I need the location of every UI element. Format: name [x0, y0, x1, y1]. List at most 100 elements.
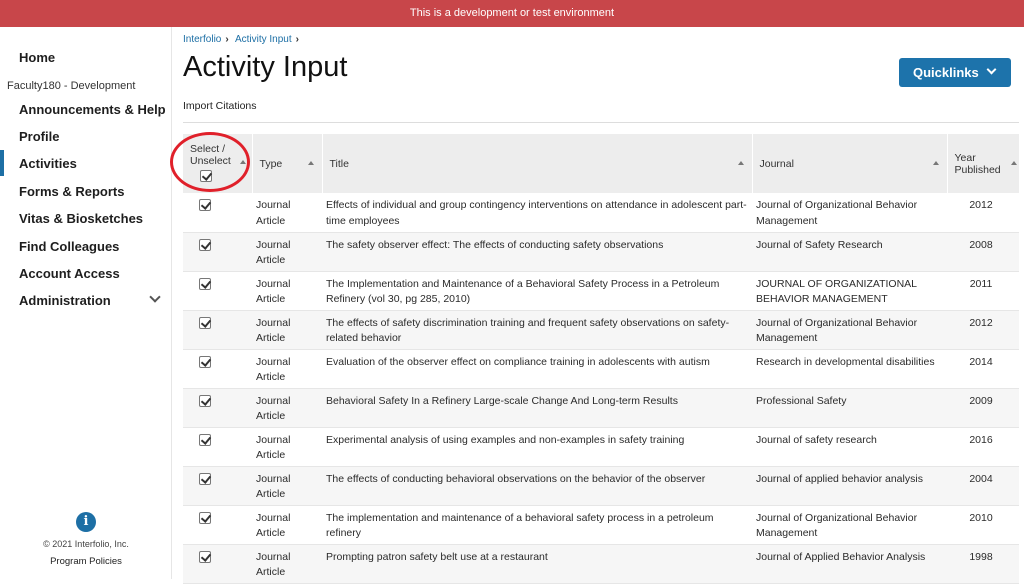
row-checkbox[interactable]	[199, 394, 211, 407]
title-cell: Behavioral Safety In a Refinery Large-sc…	[322, 388, 752, 428]
main-content: Interfolio › Activity Input › Activity Inp…	[172, 27, 1024, 584]
environment-banner: This is a development or test environmen…	[0, 0, 1024, 27]
breadcrumb-interfolio[interactable]: Interfolio	[183, 34, 221, 45]
nav-vitas-biosketches[interactable]: Vitas & Biosketches	[19, 211, 143, 226]
nav-administration[interactable]: Administration	[19, 293, 111, 308]
select-cell	[183, 466, 252, 506]
table-row: Journal Article The implementation and ma…	[183, 505, 1019, 545]
row-checkbox[interactable]	[199, 355, 211, 368]
journal-cell: Journal of Applied Behavior Analysis	[752, 544, 947, 584]
select-cell	[183, 427, 252, 467]
type-cell: Journal Article	[252, 427, 322, 467]
type-cell: Journal Article	[252, 505, 322, 545]
table-body: Journal Article Effects of individual and…	[183, 193, 1019, 584]
sort-icon[interactable]	[737, 161, 744, 165]
quicklinks-label: Quicklinks	[913, 65, 979, 80]
row-checkbox[interactable]	[199, 550, 211, 563]
year-cell: 2004	[947, 466, 1019, 506]
header-type-label: Type	[259, 157, 283, 170]
breadcrumb-activity-input[interactable]: Activity Input	[235, 34, 292, 45]
title-cell: Effects of individual and group continge…	[322, 193, 752, 233]
year-cell: 2012	[947, 310, 1019, 350]
year-cell: 2014	[947, 349, 1019, 389]
header-type[interactable]: Type	[252, 134, 323, 193]
nav-announcements-help[interactable]: Announcements & Help	[19, 102, 166, 117]
type-cell: Journal Article	[252, 388, 322, 428]
type-cell: Journal Article	[252, 271, 322, 311]
table-header-row: Select / Unselect Type Title Journal Yea…	[183, 134, 1020, 193]
header-year-line1: Year	[954, 151, 976, 164]
breadcrumb: Interfolio › Activity Input ›	[183, 34, 303, 45]
row-checkbox[interactable]	[199, 199, 211, 211]
row-checkbox[interactable]	[199, 433, 211, 446]
nav-profile[interactable]: Profile	[19, 129, 59, 144]
type-cell: Journal Article	[252, 193, 322, 233]
title-cell: Evaluation of the observer effect on com…	[322, 349, 752, 389]
nav-find-colleagues[interactable]: Find Colleagues	[19, 239, 119, 254]
nav-account-access[interactable]: Account Access	[19, 266, 120, 281]
title-cell: The Implementation and Maintenance of a …	[322, 271, 752, 311]
section-subtitle: Import Citations	[183, 100, 257, 112]
select-cell	[183, 271, 252, 311]
title-cell: The effects of conducting behavioral obs…	[322, 466, 752, 506]
table-row: Journal Article Behavioral Safety In a Re…	[183, 388, 1019, 428]
table-row: Journal Article Experimental analysis of …	[183, 427, 1019, 467]
quicklinks-button[interactable]: Quicklinks	[899, 58, 1011, 87]
page-title: Activity Input	[183, 51, 348, 83]
table-row: Journal Article The safety observer effec…	[183, 232, 1019, 272]
journal-cell: Journal of Organizational Behavior Manag…	[752, 193, 947, 233]
journal-cell: Journal of applied behavior analysis	[752, 466, 947, 506]
active-indicator	[0, 150, 4, 176]
citations-table-wrapper: Select / Unselect Type Title Journal Yea…	[183, 134, 1020, 584]
breadcrumb-separator: ›	[295, 34, 299, 45]
title-cell: The implementation and maintenance of a …	[322, 505, 752, 545]
header-year[interactable]: Year Published	[947, 134, 1020, 193]
table-row: Journal Article The Implementation and Ma…	[183, 271, 1019, 311]
nav-home[interactable]: Home	[19, 50, 55, 65]
org-name: Faculty180 - Development	[7, 80, 136, 92]
header-title[interactable]: Title	[322, 134, 753, 193]
annotation-circle	[170, 132, 250, 192]
copyright: © 2021 Interfolio, Inc.	[43, 539, 129, 549]
select-cell	[183, 232, 252, 272]
row-checkbox[interactable]	[199, 511, 211, 524]
select-cell	[183, 193, 252, 233]
sort-icon[interactable]	[1010, 161, 1017, 165]
row-checkbox[interactable]	[199, 277, 211, 290]
chevron-down-icon	[986, 64, 997, 75]
row-checkbox[interactable]	[199, 316, 211, 329]
journal-cell: Journal of Organizational Behavior Manag…	[752, 310, 947, 350]
breadcrumb-separator: ›	[225, 34, 229, 45]
sidebar: Home Faculty180 - Development Announceme…	[0, 27, 172, 579]
year-cell: 2012	[947, 193, 1019, 233]
program-policies-link[interactable]: Program Policies	[0, 556, 172, 567]
citations-table: Select / Unselect Type Title Journal Yea…	[183, 134, 1020, 584]
select-cell	[183, 544, 252, 584]
info-icon[interactable]: i	[76, 512, 96, 532]
type-cell: Journal Article	[252, 544, 322, 584]
type-cell: Journal Article	[252, 232, 322, 272]
select-cell	[183, 388, 252, 428]
chevron-down-icon[interactable]	[149, 291, 161, 303]
table-row: Journal Article Prompting patron safety b…	[183, 544, 1019, 584]
nav-forms-reports[interactable]: Forms & Reports	[19, 184, 124, 199]
journal-cell: JOURNAL OF ORGANIZATIONAL BEHAVIOR MANAG…	[752, 271, 947, 311]
year-cell: 2016	[947, 427, 1019, 467]
table-row: Journal Article The effects of safety dis…	[183, 310, 1019, 350]
divider	[183, 122, 1019, 123]
nav-activities[interactable]: Activities	[19, 156, 77, 171]
year-cell: 2008	[947, 232, 1019, 272]
sort-icon[interactable]	[307, 161, 314, 165]
row-checkbox[interactable]	[199, 238, 211, 251]
type-cell: Journal Article	[252, 310, 322, 350]
header-journal[interactable]: Journal	[752, 134, 948, 193]
table-row: Journal Article Evaluation of the observe…	[183, 349, 1019, 389]
row-checkbox[interactable]	[199, 472, 211, 485]
year-cell: 2010	[947, 505, 1019, 545]
select-cell	[183, 310, 252, 350]
journal-cell: Journal of Safety Research	[752, 232, 947, 272]
header-journal-label: Journal	[759, 157, 794, 170]
type-cell: Journal Article	[252, 349, 322, 389]
sort-icon[interactable]	[932, 161, 939, 165]
title-cell: Experimental analysis of using examples …	[322, 427, 752, 467]
